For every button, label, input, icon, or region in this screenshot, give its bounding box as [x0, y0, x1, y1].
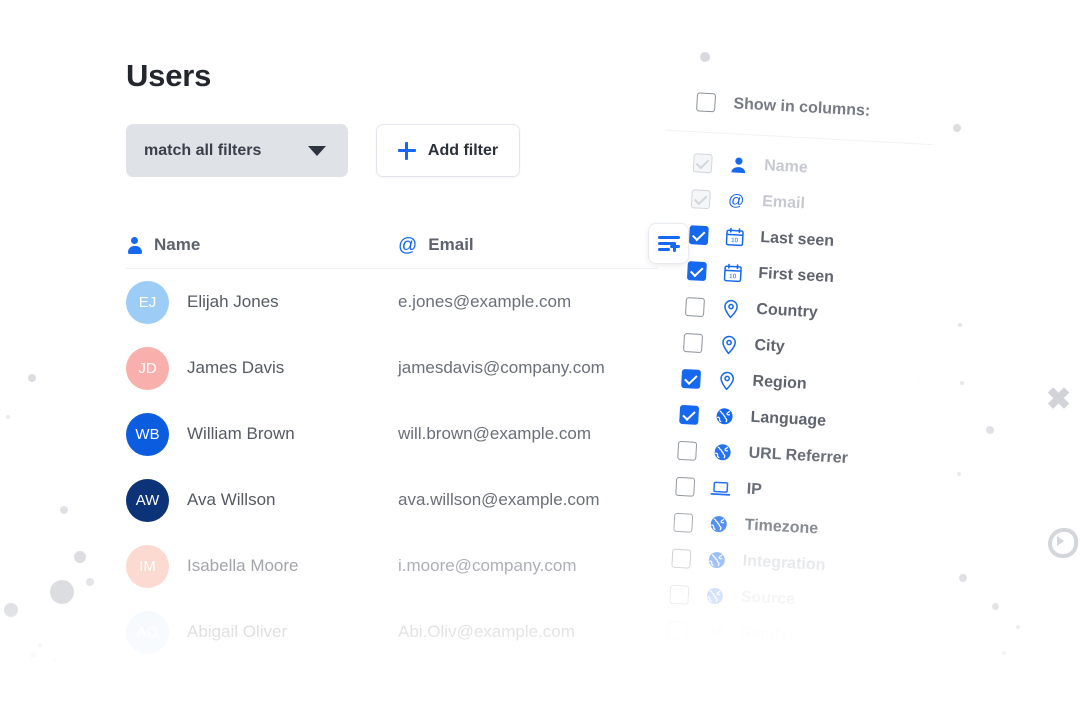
globe-icon: [708, 514, 729, 535]
svg-text:10: 10: [728, 272, 736, 279]
panel-item-label: First seen: [757, 264, 835, 287]
panel-item-label: City: [754, 336, 786, 356]
avatar: WB: [126, 412, 169, 456]
panel-item-label: Timezone: [744, 516, 819, 538]
cell-email: e.jones@example.com: [398, 292, 572, 311]
match-filters-value: match all filters: [144, 141, 262, 159]
globe-icon: [714, 406, 735, 427]
add-filter-label: Add filter: [427, 141, 499, 159]
column-header-name-label: Name: [154, 235, 201, 254]
cell-email: i.moore@company.com: [398, 556, 577, 575]
panel-item-checkbox[interactable]: [669, 584, 690, 605]
panel-item-label: Region: [752, 372, 808, 393]
cell-name: EJ Elijah Jones: [126, 280, 398, 324]
avatar: AO: [126, 610, 169, 654]
user-name: William Brown: [187, 424, 295, 443]
match-filters-select[interactable]: match all filters: [126, 124, 348, 177]
cell-name: IM Isabella Moore: [126, 544, 398, 588]
chevron-down-icon: [308, 145, 326, 156]
table-row[interactable]: EJ Elijah Jones e.jones@example.com: [126, 269, 686, 335]
table-header-row: Name @ Email: [126, 222, 686, 269]
gender-icon: [702, 621, 723, 642]
panel-item-label: Source: [740, 588, 796, 609]
laptop-icon: [710, 478, 731, 499]
panel-item-checkbox[interactable]: [671, 548, 692, 569]
column-header-name[interactable]: Name: [126, 235, 398, 255]
panel-item-list: Name @ Email 10 Last seen 10 First seen Country…: [637, 131, 933, 661]
panel-header-label: Show in columns:: [733, 94, 871, 120]
globe-icon: [706, 550, 727, 571]
person-icon: [728, 154, 749, 175]
avatar: IM: [126, 544, 169, 588]
table-row[interactable]: AO Abigail Oliver Abi.Oliv@example.com: [126, 599, 686, 665]
cell-name: WB William Brown: [126, 412, 398, 456]
panel-item-checkbox[interactable]: [673, 512, 694, 533]
panel-item-label: Last seen: [759, 228, 835, 250]
filter-toolbar: match all filters Add filter: [126, 124, 520, 177]
panel-item-checkbox[interactable]: [688, 224, 709, 245]
panel-header-checkbox[interactable]: [696, 92, 717, 113]
user-name: Isabella Moore: [187, 556, 299, 575]
table-row[interactable]: WB William Brown will.brown@example.com: [126, 401, 686, 467]
cell-name: JD James Davis: [126, 346, 398, 390]
column-header-email[interactable]: @ Email: [398, 235, 474, 255]
panel-item-checkbox[interactable]: [692, 152, 713, 173]
table-body: EJ Elijah Jones e.jones@example.com JD James…: [126, 269, 686, 665]
panel-item-label: Country: [755, 300, 819, 322]
table-row[interactable]: JD James Davis jamesdavis@company.com: [126, 335, 686, 401]
panel-item-label: Gender: [738, 624, 796, 645]
panel-item-checkbox[interactable]: [677, 440, 698, 461]
table-row[interactable]: AW Ava Willson ava.willson@example.com: [126, 467, 686, 533]
cell-email: Abi.Oliv@example.com: [398, 622, 575, 641]
panel-item-label: Email: [761, 193, 806, 213]
panel-item-label: Name: [763, 157, 809, 177]
plus-icon: [397, 141, 416, 160]
person-icon: [126, 236, 143, 254]
avatar: AW: [126, 478, 169, 522]
add-filter-button[interactable]: Add filter: [376, 124, 520, 177]
columns-settings-button[interactable]: [648, 223, 689, 264]
panel-item-checkbox[interactable]: [679, 404, 700, 425]
avatar: JD: [126, 346, 169, 390]
at-icon: @: [398, 234, 418, 256]
panel-item-checkbox[interactable]: [667, 620, 688, 641]
calendar-icon: 10: [722, 262, 743, 283]
panel-item-checkbox[interactable]: [675, 476, 696, 497]
pin-icon: [718, 334, 739, 355]
user-name: James Davis: [187, 358, 285, 377]
panel-item-checkbox[interactable]: [690, 188, 711, 209]
panel-item-checkbox[interactable]: [686, 260, 707, 281]
cell-name: AW Ava Willson: [126, 478, 398, 522]
globe-icon: [712, 442, 733, 463]
panel-item-checkbox[interactable]: [683, 332, 704, 353]
user-name: Ava Willson: [187, 490, 276, 509]
svg-text:10: 10: [730, 236, 738, 243]
svg-text:@: @: [728, 192, 745, 210]
globe-icon: [704, 586, 725, 607]
panel-item-checkbox[interactable]: [681, 368, 702, 389]
pin-icon: [716, 370, 737, 391]
pin-icon: [720, 298, 741, 319]
column-header-email-label: Email: [428, 235, 474, 254]
list-add-icon: [657, 235, 680, 252]
panel-item-label: URL Referrer: [748, 444, 849, 468]
cell-email: will.brown@example.com: [398, 424, 591, 443]
table-row[interactable]: IM Isabella Moore i.moore@company.com: [126, 533, 686, 599]
calendar-icon: 10: [724, 226, 745, 247]
cell-name: AO Abigail Oliver: [126, 610, 398, 654]
page-title: Users: [126, 58, 212, 93]
cell-email: ava.willson@example.com: [398, 490, 600, 509]
cell-email: jamesdavis@company.com: [398, 358, 605, 377]
user-name: Abigail Oliver: [187, 622, 288, 641]
columns-dropdown-panel: Show in columns: Name @ Email 10 Last seen 10…: [636, 70, 936, 669]
panel-item-label: Integration: [742, 552, 826, 574]
panel-item-label: IP: [746, 480, 763, 499]
panel-item-checkbox[interactable]: [684, 296, 705, 317]
panel-item-label: Language: [750, 408, 827, 430]
avatar: EJ: [126, 280, 169, 324]
users-table: Name @ Email EJ Elijah Jones e.jones@examp…: [126, 222, 686, 665]
user-name: Elijah Jones: [187, 292, 279, 311]
at-icon: @: [726, 190, 747, 211]
